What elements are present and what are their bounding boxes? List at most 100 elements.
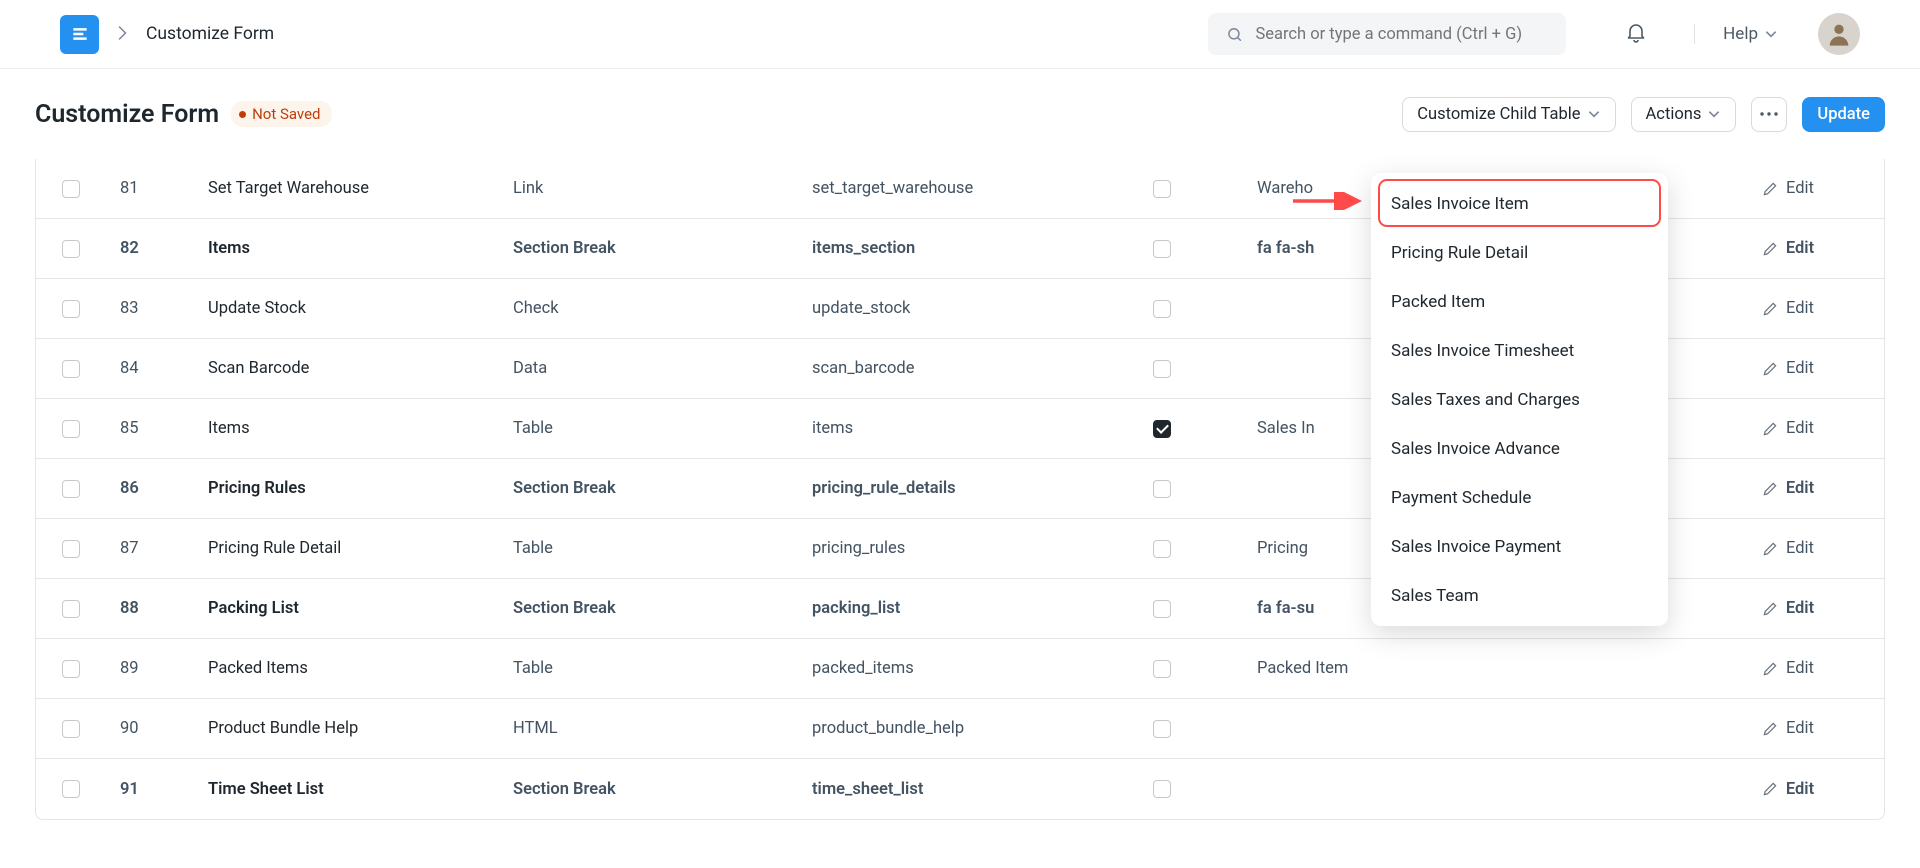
edit-button[interactable]: Edit xyxy=(1693,639,1884,698)
edit-button[interactable]: Edit xyxy=(1693,219,1884,278)
field-label: Items xyxy=(194,219,499,278)
field-type: Section Break xyxy=(499,459,798,518)
row-checkbox[interactable] xyxy=(62,480,80,498)
dropdown-item[interactable]: Packed Item xyxy=(1377,277,1662,326)
mandatory-checkbox[interactable] xyxy=(1153,660,1171,678)
field-type: Table xyxy=(499,519,798,578)
mandatory-checkbox[interactable] xyxy=(1153,420,1171,438)
notifications-icon[interactable] xyxy=(1624,20,1648,48)
row-number: 87 xyxy=(106,519,194,578)
field-label: Pricing Rules xyxy=(194,459,499,518)
row-checkbox[interactable] xyxy=(62,780,80,798)
row-number: 90 xyxy=(106,699,194,758)
mandatory-checkbox[interactable] xyxy=(1153,360,1171,378)
row-checkbox[interactable] xyxy=(62,240,80,258)
field-label: Update Stock xyxy=(194,279,499,338)
row-checkbox[interactable] xyxy=(62,420,80,438)
edit-button[interactable]: Edit xyxy=(1693,579,1884,638)
edit-button[interactable]: Edit xyxy=(1693,339,1884,398)
field-label: Time Sheet List xyxy=(194,759,499,819)
row-number: 88 xyxy=(106,579,194,638)
edit-button[interactable]: Edit xyxy=(1693,759,1884,819)
field-name: time_sheet_list xyxy=(798,759,1088,819)
dropdown-item[interactable]: Sales Invoice Item xyxy=(1377,179,1662,228)
field-label: Pricing Rule Detail xyxy=(194,519,499,578)
breadcrumb[interactable]: Customize Form xyxy=(146,24,274,44)
page-title: Customize Form xyxy=(35,100,219,129)
edit-button[interactable]: Edit xyxy=(1693,399,1884,458)
row-number: 85 xyxy=(106,399,194,458)
table-row[interactable]: 90Product Bundle HelpHTMLproduct_bundle_… xyxy=(36,699,1884,759)
chevron-down-icon xyxy=(1587,107,1601,121)
mandatory-checkbox[interactable] xyxy=(1153,300,1171,318)
field-name: packing_list xyxy=(798,579,1088,638)
row-checkbox[interactable] xyxy=(62,180,80,198)
mandatory-checkbox[interactable] xyxy=(1153,780,1171,798)
field-name: items xyxy=(798,399,1088,458)
help-menu[interactable]: Help xyxy=(1694,24,1778,44)
mandatory-checkbox[interactable] xyxy=(1153,600,1171,618)
ellipsis-icon xyxy=(1760,112,1778,116)
field-type: Link xyxy=(499,159,798,218)
field-options xyxy=(1243,759,1693,819)
field-name: packed_items xyxy=(798,639,1088,698)
app-logo[interactable] xyxy=(60,15,99,54)
row-number: 83 xyxy=(106,279,194,338)
field-label: Set Target Warehouse xyxy=(194,159,499,218)
row-checkbox[interactable] xyxy=(62,720,80,738)
update-button[interactable]: Update xyxy=(1802,97,1885,132)
field-type: Section Break xyxy=(499,579,798,638)
mandatory-checkbox[interactable] xyxy=(1153,240,1171,258)
row-number: 81 xyxy=(106,159,194,218)
dropdown-item[interactable]: Sales Taxes and Charges xyxy=(1377,375,1662,424)
edit-button[interactable]: Edit xyxy=(1693,699,1884,758)
field-name: items_section xyxy=(798,219,1088,278)
search-box[interactable] xyxy=(1208,13,1566,55)
mandatory-checkbox[interactable] xyxy=(1153,480,1171,498)
chevron-down-icon xyxy=(1707,107,1721,121)
search-input[interactable] xyxy=(1255,25,1548,44)
actions-button[interactable]: Actions xyxy=(1631,97,1737,132)
table-row[interactable]: 91Time Sheet ListSection Breaktime_sheet… xyxy=(36,759,1884,819)
field-name: product_bundle_help xyxy=(798,699,1088,758)
mandatory-checkbox[interactable] xyxy=(1153,720,1171,738)
dropdown-item[interactable]: Pricing Rule Detail xyxy=(1377,228,1662,277)
field-name: update_stock xyxy=(798,279,1088,338)
row-checkbox[interactable] xyxy=(62,360,80,378)
edit-button[interactable]: Edit xyxy=(1693,459,1884,518)
dropdown-item[interactable]: Sales Invoice Timesheet xyxy=(1377,326,1662,375)
callout-arrow-icon xyxy=(1293,192,1367,210)
field-label: Scan Barcode xyxy=(194,339,499,398)
user-avatar[interactable] xyxy=(1818,13,1860,55)
chevron-right-icon xyxy=(117,25,128,44)
field-type: Table xyxy=(499,639,798,698)
row-checkbox[interactable] xyxy=(62,540,80,558)
edit-button[interactable]: Edit xyxy=(1693,519,1884,578)
row-checkbox[interactable] xyxy=(62,660,80,678)
customize-child-table-button[interactable]: Customize Child Table xyxy=(1402,97,1615,132)
field-options: Packed Item xyxy=(1243,639,1693,698)
dropdown-item[interactable]: Sales Invoice Advance xyxy=(1377,424,1662,473)
edit-button[interactable]: Edit xyxy=(1693,159,1884,218)
dropdown-item[interactable]: Sales Invoice Payment xyxy=(1377,522,1662,571)
mandatory-checkbox[interactable] xyxy=(1153,540,1171,558)
dropdown-item[interactable]: Sales Team xyxy=(1377,571,1662,620)
row-checkbox[interactable] xyxy=(62,600,80,618)
field-label: Product Bundle Help xyxy=(194,699,499,758)
field-label: Packed Items xyxy=(194,639,499,698)
field-type: Table xyxy=(499,399,798,458)
field-name: set_target_warehouse xyxy=(798,159,1088,218)
row-checkbox[interactable] xyxy=(62,300,80,318)
field-type: Section Break xyxy=(499,759,798,819)
table-row[interactable]: 89Packed ItemsTablepacked_itemsPacked It… xyxy=(36,639,1884,699)
dropdown-item[interactable]: Payment Schedule xyxy=(1377,473,1662,522)
save-status-badge: Not Saved xyxy=(231,101,331,127)
field-label: Items xyxy=(194,399,499,458)
row-number: 84 xyxy=(106,339,194,398)
more-menu-button[interactable] xyxy=(1751,97,1787,132)
edit-button[interactable]: Edit xyxy=(1693,279,1884,338)
child-table-dropdown: Sales Invoice ItemPricing Rule DetailPac… xyxy=(1371,173,1668,626)
search-icon xyxy=(1226,25,1243,44)
chevron-down-icon xyxy=(1764,27,1778,41)
mandatory-checkbox[interactable] xyxy=(1153,180,1171,198)
